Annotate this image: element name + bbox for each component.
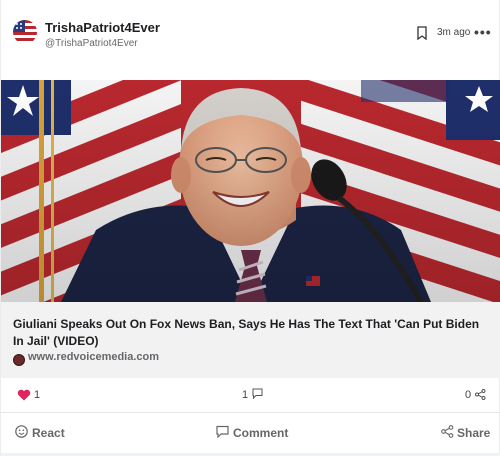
smiley-icon [15, 425, 28, 438]
post-header: TrishaPatriot4Ever @TrishaPatriot4Ever 3… [1, 0, 500, 80]
share-icon [441, 425, 454, 438]
post-timestamp: 3m ago [437, 27, 471, 38]
speaker-photo [1, 80, 500, 302]
post-image[interactable] [1, 80, 500, 302]
heart-icon[interactable] [17, 389, 31, 401]
link-preview[interactable]: Giuliani Speaks Out On Fox News Ban, Say… [1, 302, 500, 378]
react-button[interactable]: React [15, 424, 75, 442]
comment-button[interactable]: Comment [216, 424, 296, 442]
site-favicon-icon [13, 354, 25, 366]
post-card: TrishaPatriot4Ever @TrishaPatriot4Ever 3… [0, 0, 500, 456]
link-preview-title[interactable]: Giuliani Speaks Out On Fox News Ban, Say… [13, 316, 493, 350]
reaction-count[interactable]: 1 [34, 389, 40, 401]
divider [1, 412, 500, 413]
share-label: Share [457, 426, 491, 440]
react-label: React [32, 426, 65, 440]
post-stats [1, 378, 500, 412]
comment-icon [252, 388, 263, 399]
link-preview-domain[interactable]: www.redvoicemedia.com [28, 351, 159, 363]
comment-count[interactable]: 1 [242, 389, 248, 401]
comment-label: Comment [233, 426, 289, 440]
share-count[interactable]: 0 [465, 389, 471, 401]
more-options-icon[interactable]: ••• [474, 24, 492, 40]
bookmark-icon[interactable] [416, 26, 428, 40]
author-name[interactable]: TrishaPatriot4Ever [45, 20, 160, 35]
author-avatar[interactable] [13, 20, 37, 44]
share-button[interactable]: Share [441, 424, 496, 442]
share-icon [475, 389, 486, 400]
author-handle[interactable]: @TrishaPatriot4Ever [45, 38, 138, 49]
comment-icon [216, 425, 229, 438]
